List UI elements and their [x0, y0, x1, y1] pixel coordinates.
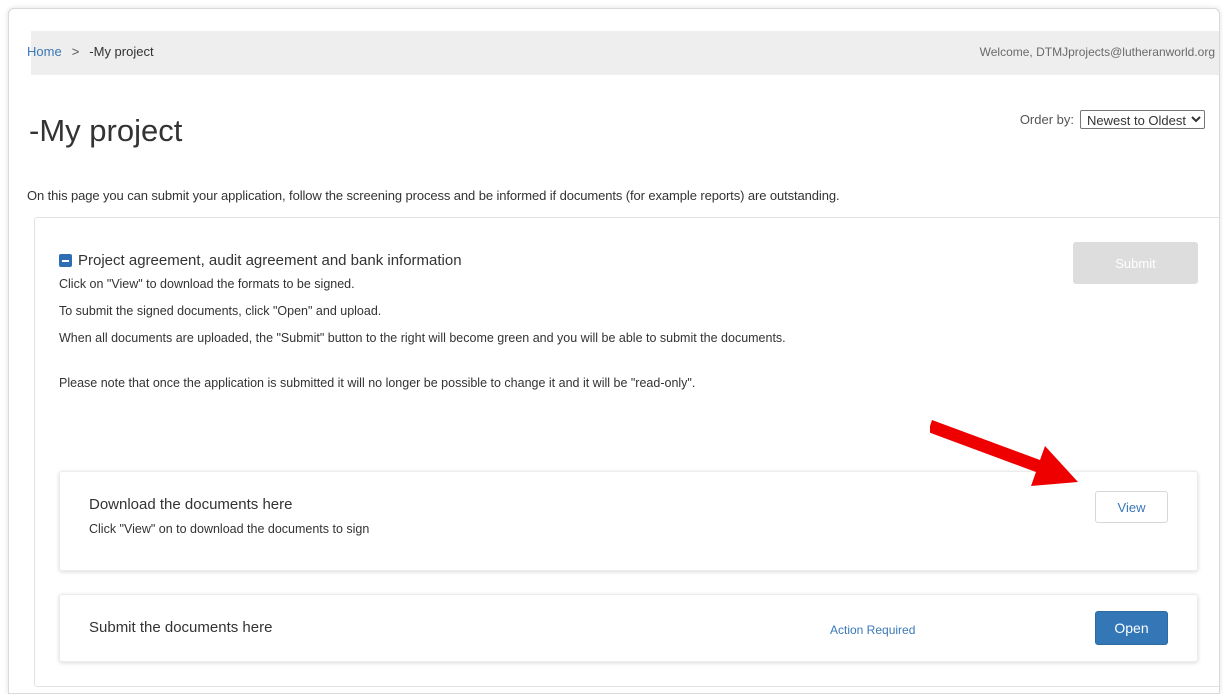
breadcrumb-separator: > [71, 44, 80, 59]
breadcrumb-current: -My project [89, 44, 154, 59]
welcome-message: Welcome, DTMJprojects@lutheranworld.org [979, 45, 1215, 59]
submit-documents-card: Submit the documents here Action Require… [59, 594, 1198, 662]
instruction-2: To submit the signed documents, click "O… [59, 304, 382, 318]
action-required-status: Action Required [830, 623, 916, 637]
red-arrow-icon [930, 420, 1078, 486]
page-intro-text: On this page you can submit your applica… [27, 188, 840, 203]
app-window: Home > -My project Welcome, DTMJprojects@l… [8, 8, 1220, 694]
instruction-1: Click on "View" to download the formats … [59, 277, 355, 291]
view-button[interactable]: View [1095, 491, 1168, 523]
order-by-control: Order by: Newest to Oldest [1020, 110, 1205, 129]
download-card-title: Download the documents here [89, 496, 293, 513]
order-by-label: Order by: [1019, 112, 1074, 127]
download-card-subtitle: Click "View" on to download the document… [89, 522, 370, 536]
open-button[interactable]: Open [1095, 611, 1168, 645]
breadcrumb: Home > -My project [27, 44, 154, 59]
submit-button[interactable]: Submit [1073, 242, 1198, 284]
section-title: Project agreement, audit agreement and b… [78, 252, 462, 269]
instruction-4: Please note that once the application is… [59, 376, 696, 390]
section-header[interactable]: Project agreement, audit agreement and b… [59, 252, 462, 269]
submit-card-title: Submit the documents here [89, 619, 273, 636]
breadcrumb-home-link[interactable]: Home [27, 44, 62, 59]
order-by-select[interactable]: Newest to Oldest [1080, 110, 1205, 129]
instruction-3: When all documents are uploaded, the "Su… [59, 331, 786, 345]
minus-square-icon[interactable] [59, 254, 72, 267]
page-title: -My project [29, 113, 183, 148]
breadcrumb-bar: Home > -My project Welcome, DTMJprojects@l… [27, 31, 1219, 75]
